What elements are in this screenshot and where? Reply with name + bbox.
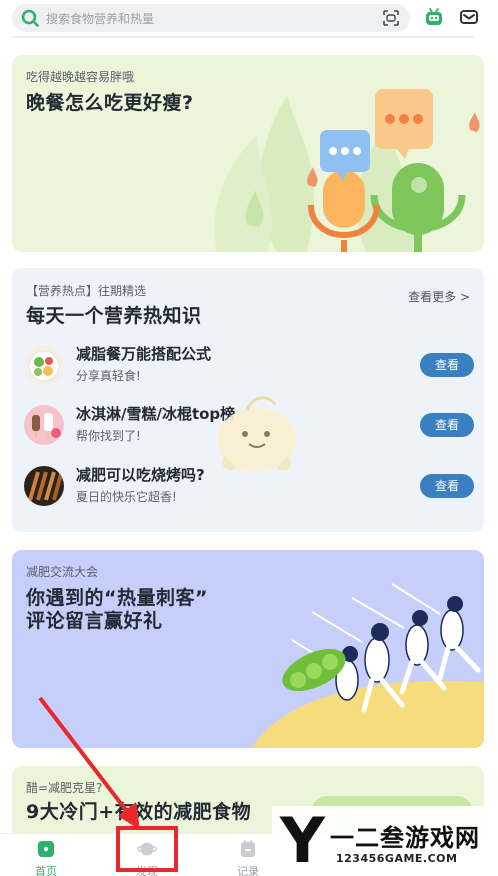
annotation-arrow <box>38 696 140 830</box>
card-title-line2: 评论留言赢好礼 <box>26 610 163 632</box>
item-subtitle: 夏日的快乐它超香! <box>76 490 177 504</box>
item-title: 减肥可以吃烧烤吗? <box>76 466 205 484</box>
fencing-illustration <box>252 583 484 748</box>
barbecue-thumbnail <box>24 466 64 506</box>
item-subtitle: 分享真轻食! <box>76 369 141 383</box>
microphone-illustration <box>214 89 480 252</box>
notebook-icon <box>241 840 255 857</box>
highlight-box <box>116 826 178 872</box>
tab-records[interactable]: 记录 <box>218 836 278 876</box>
salad-thumbnail <box>24 345 64 385</box>
watermark-letter: Y <box>280 804 325 876</box>
site-watermark: Y 一二叁游戏网 123456GAME.COM <box>272 806 498 876</box>
nutrition-hot-topics-card: 【营养热点】往期精选 查看更多 > 每天一个营养热知识 减脂餐万能搭配公式 分享… <box>12 268 484 532</box>
list-item[interactable]: 减脂餐万能搭配公式 分享真轻食! 查看 <box>24 341 474 389</box>
top-divider <box>12 36 474 38</box>
search-input[interactable]: 搜索食物营养和热量 <box>12 4 410 32</box>
view-more-link[interactable]: 查看更多 > <box>408 288 470 305</box>
robot-icon[interactable] <box>423 6 445 28</box>
ice-cream-thumbnail <box>24 405 64 445</box>
card-kicker: 吃得越晚越容易胖哦 <box>26 70 135 84</box>
watermark-brand: 一二叁游戏网 <box>330 824 480 852</box>
card-kicker: 【营养热点】往期精选 <box>26 284 147 298</box>
tab-label: 记录 <box>237 865 259 876</box>
app-screen: 搜索食物营养和热量 吃得越晚越容易胖哦 晚餐怎么吃更好瘦? 【营养热点】往期精选… <box>0 0 498 876</box>
card-title: 每天一个营养热知识 <box>26 305 202 327</box>
tab-label: 首页 <box>35 865 57 876</box>
scan-icon[interactable] <box>382 9 400 27</box>
mail-icon[interactable] <box>459 7 479 27</box>
view-button[interactable]: 查看 <box>420 353 474 377</box>
item-subtitle: 帮你找到了! <box>76 429 141 443</box>
item-title: 减脂餐万能搭配公式 <box>76 345 212 363</box>
search-icon <box>21 9 39 27</box>
tab-home[interactable]: 首页 <box>16 836 76 876</box>
top-bar: 搜索食物营养和热量 <box>0 0 498 40</box>
view-button[interactable]: 查看 <box>420 413 474 437</box>
view-button[interactable]: 查看 <box>420 474 474 498</box>
card-kicker: 减肥交流大会 <box>26 565 99 579</box>
card-title: 晚餐怎么吃更好瘦? <box>26 92 194 114</box>
home-icon <box>38 841 54 857</box>
mascot-character <box>217 396 297 472</box>
dinner-tips-card[interactable]: 吃得越晚越容易胖哦 晚餐怎么吃更好瘦? <box>12 55 484 252</box>
watermark-url: 123456GAME.COM <box>336 852 458 865</box>
search-placeholder: 搜索食物营养和热量 <box>46 12 155 26</box>
